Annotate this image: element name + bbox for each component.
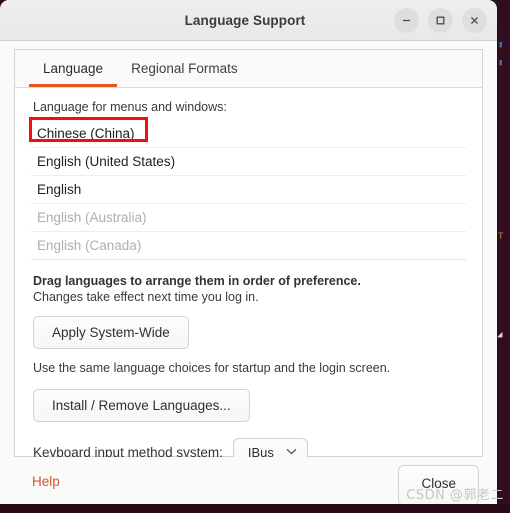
tab-language[interactable]: Language bbox=[29, 50, 118, 87]
language-list[interactable]: Chinese (China) English (United States) … bbox=[29, 117, 466, 260]
minimize-icon[interactable] bbox=[394, 7, 419, 33]
close-icon[interactable] bbox=[462, 7, 487, 33]
list-item[interactable]: Chinese (China) bbox=[31, 120, 466, 147]
install-button-row: Install / Remove Languages... bbox=[33, 389, 466, 422]
tab-regional-formats[interactable]: Regional Formats bbox=[117, 50, 252, 87]
apply-note-text: Use the same language choices for startu… bbox=[33, 361, 391, 375]
help-link[interactable]: Help bbox=[32, 474, 60, 489]
install-remove-languages-button[interactable]: Install / Remove Languages... bbox=[33, 389, 250, 422]
background-glyph: ▮ bbox=[498, 40, 504, 50]
list-item: English (Canada) bbox=[31, 231, 466, 259]
apply-system-wide-button[interactable]: Apply System-Wide bbox=[33, 316, 189, 349]
language-support-window: Language Support Language Regional Forma… bbox=[0, 0, 497, 504]
background-glyph: ◢ bbox=[497, 330, 503, 340]
window-controls bbox=[394, 7, 497, 33]
list-item[interactable]: English (United States) bbox=[31, 147, 466, 175]
list-item[interactable]: English bbox=[31, 175, 466, 203]
background-glyph: ▮ bbox=[498, 58, 504, 68]
background-bottom-strip bbox=[0, 504, 510, 513]
window-title: Language Support bbox=[184, 12, 306, 28]
changes-hint-text: Changes take effect next time you log in… bbox=[33, 290, 259, 304]
settings-notebook: Language Regional Formats Language for m… bbox=[14, 49, 483, 467]
language-tab-panel: Language for menus and windows: Chinese … bbox=[15, 88, 482, 467]
background-glyph: T bbox=[498, 232, 504, 242]
maximize-icon[interactable] bbox=[428, 7, 453, 33]
window-titlebar[interactable]: Language Support bbox=[0, 0, 497, 41]
list-item: English (Australia) bbox=[31, 203, 466, 231]
section-label-language-for-menus: Language for menus and windows: bbox=[33, 100, 227, 114]
background-terminal: ▮ ▮ T ◢ bbox=[497, 0, 510, 513]
window-body: Language Regional Formats Language for m… bbox=[0, 41, 497, 504]
csdn-watermark: CSDN @郭老二 bbox=[406, 488, 504, 503]
tab-strip: Language Regional Formats bbox=[15, 50, 482, 88]
apply-button-row: Apply System-Wide bbox=[33, 316, 466, 349]
drag-hint-text: Drag languages to arrange them in order … bbox=[33, 274, 361, 288]
